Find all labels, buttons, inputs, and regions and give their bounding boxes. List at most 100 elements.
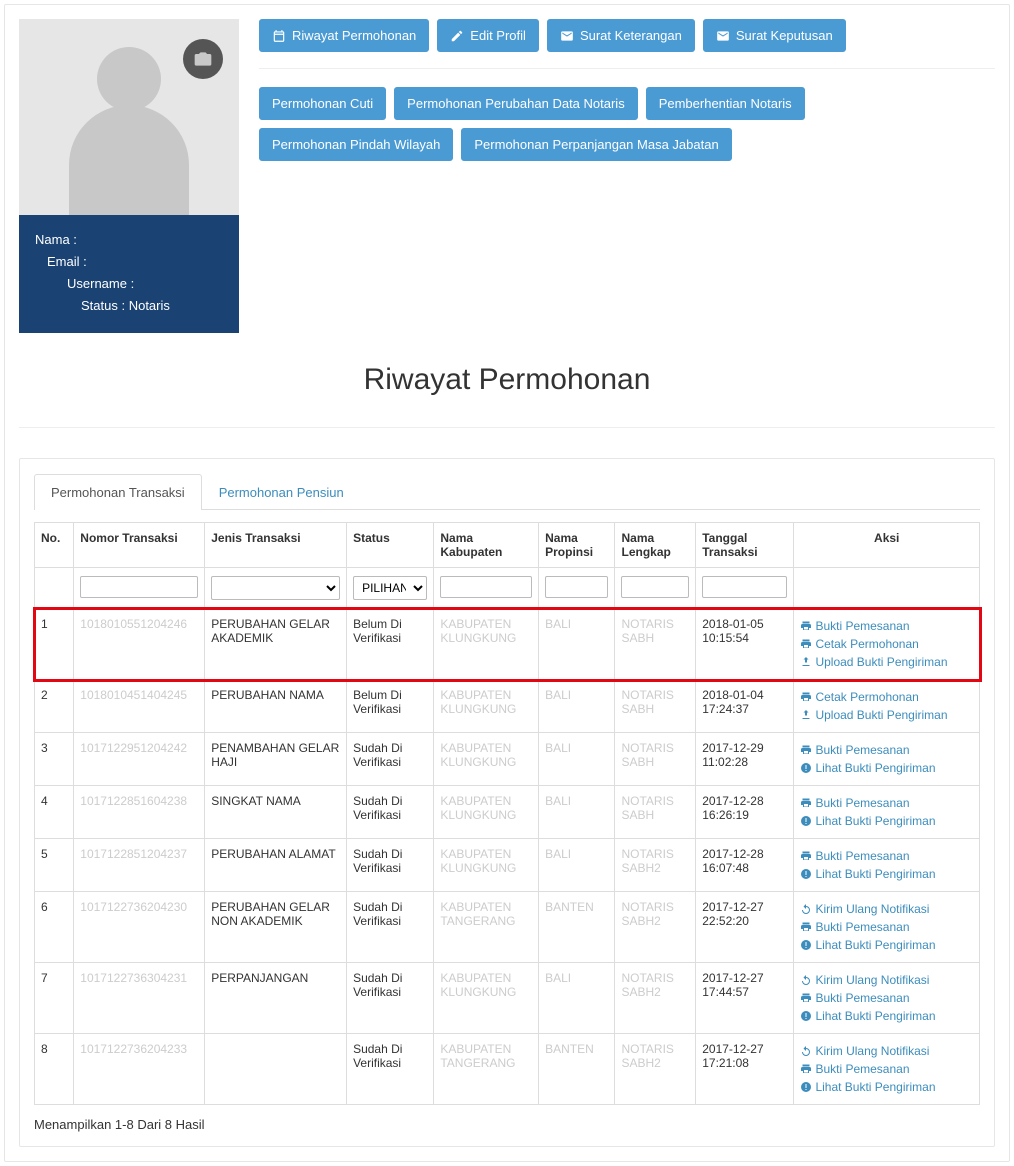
btn-surat-keterangan[interactable]: Surat Keterangan: [547, 19, 695, 52]
action-lihat-bukti-pengiriman[interactable]: Lihat Bukti Pengiriman: [800, 759, 973, 777]
avatar: [19, 19, 239, 215]
filter-jenis[interactable]: [211, 576, 340, 600]
cell-prop: BALI: [539, 839, 615, 892]
action-bukti-pemesanan[interactable]: Bukti Pemesanan: [800, 1060, 973, 1078]
btn-permohonan-pindah-wilayah[interactable]: Permohonan Pindah Wilayah: [259, 128, 453, 161]
cell-lengkap: NOTARIS SABH: [615, 609, 696, 680]
view-icon: [800, 939, 812, 951]
col-header: Aksi: [794, 523, 980, 568]
tab-transaksi[interactable]: Permohonan Transaksi: [34, 474, 202, 510]
cell-lengkap: NOTARIS SABH: [615, 786, 696, 839]
print-icon: [800, 1063, 812, 1075]
cell-aksi: Kirim Ulang NotifikasiBukti PemesananLih…: [794, 892, 980, 963]
cell-no: 6: [35, 892, 74, 963]
action-kirim-ulang-notifikasi[interactable]: Kirim Ulang Notifikasi: [800, 1042, 973, 1060]
col-header: No.: [35, 523, 74, 568]
cell-status: Sudah Di Verifikasi: [347, 892, 434, 963]
cell-no: 8: [35, 1034, 74, 1105]
action-lihat-bukti-pengiriman[interactable]: Lihat Bukti Pengiriman: [800, 1007, 973, 1025]
cell-tgl: 2017-12-28 16:26:19: [696, 786, 794, 839]
cell-lengkap: NOTARIS SABH: [615, 680, 696, 733]
action-bukti-pemesanan[interactable]: Bukti Pemesanan: [800, 918, 973, 936]
filter-input-5[interactable]: [545, 576, 608, 598]
action-bukti-pemesanan[interactable]: Bukti Pemesanan: [800, 847, 973, 865]
envelope-icon: [716, 29, 730, 43]
cell-status: Sudah Di Verifikasi: [347, 839, 434, 892]
profile-card: Nama : Email : Username : Status : Notar…: [19, 19, 239, 333]
cell-nomor: 1018010451404245: [74, 680, 205, 733]
btn-permohonan-cuti[interactable]: Permohonan Cuti: [259, 87, 386, 120]
sec-button-row: Permohonan CutiPermohonan Perubahan Data…: [259, 87, 995, 161]
btn-permohonan-perubahan-data-notaris[interactable]: Permohonan Perubahan Data Notaris: [394, 87, 638, 120]
print-icon: [800, 992, 812, 1004]
action-lihat-bukti-pengiriman[interactable]: Lihat Bukti Pengiriman: [800, 1078, 973, 1096]
btn-surat-keputusan[interactable]: Surat Keputusan: [703, 19, 846, 52]
page-title: Riwayat Permohonan: [19, 363, 995, 397]
print-icon: [800, 620, 812, 632]
cell-aksi: Bukti PemesananLihat Bukti Pengiriman: [794, 786, 980, 839]
table-row: 51017122851204237PERUBAHAN ALAMATSudah D…: [35, 839, 980, 892]
btn-edit-profil[interactable]: Edit Profil: [437, 19, 539, 52]
action-lihat-bukti-pengiriman[interactable]: Lihat Bukti Pengiriman: [800, 865, 973, 883]
btn-pemberhentian-notaris[interactable]: Pemberhentian Notaris: [646, 87, 805, 120]
action-upload-bukti-pengiriman[interactable]: Upload Bukti Pengiriman: [800, 706, 973, 724]
cell-status: Sudah Di Verifikasi: [347, 733, 434, 786]
label-email: Email :: [47, 251, 87, 273]
filter-status[interactable]: PILIHAN: [353, 576, 427, 600]
action-kirim-ulang-notifikasi[interactable]: Kirim Ulang Notifikasi: [800, 971, 973, 989]
action-bukti-pemesanan[interactable]: Bukti Pemesanan: [800, 741, 973, 759]
print-icon: [800, 638, 812, 650]
filter-input-6[interactable]: [621, 576, 689, 598]
cell-prop: BALI: [539, 680, 615, 733]
action-bukti-pemesanan[interactable]: Bukti Pemesanan: [800, 989, 973, 1007]
view-icon: [800, 1010, 812, 1022]
print-icon: [800, 797, 812, 809]
action-kirim-ulang-notifikasi[interactable]: Kirim Ulang Notifikasi: [800, 900, 973, 918]
filter-input-7[interactable]: [702, 576, 787, 598]
filter-input-4[interactable]: [440, 576, 532, 598]
table-row: 41017122851604238SINGKAT NAMASudah Di Ve…: [35, 786, 980, 839]
cell-no: 1: [35, 609, 74, 680]
action-bukti-pemesanan[interactable]: Bukti Pemesanan: [800, 617, 973, 635]
top-button-row: Riwayat PermohonanEdit ProfilSurat Keter…: [259, 19, 995, 52]
action-upload-bukti-pengiriman[interactable]: Upload Bukti Pengiriman: [800, 653, 973, 671]
cell-aksi: Kirim Ulang NotifikasiBukti PemesananLih…: [794, 963, 980, 1034]
value-status: Notaris: [129, 295, 170, 317]
cell-jenis: PERPANJANGAN: [205, 963, 347, 1034]
cell-status: Belum Di Verifikasi: [347, 680, 434, 733]
cell-tgl: 2017-12-27 22:52:20: [696, 892, 794, 963]
btn-riwayat-permohonan[interactable]: Riwayat Permohonan: [259, 19, 429, 52]
table-row: 11018010551204246PERUBAHAN GELAR AKADEMI…: [35, 609, 980, 680]
print-icon: [800, 744, 812, 756]
col-header: Nama Propinsi: [539, 523, 615, 568]
cell-status: Sudah Di Verifikasi: [347, 1034, 434, 1105]
cell-no: 5: [35, 839, 74, 892]
action-cetak-permohonan[interactable]: Cetak Permohonan: [800, 688, 973, 706]
cell-aksi: Bukti PemesananLihat Bukti Pengiriman: [794, 733, 980, 786]
action-lihat-bukti-pengiriman[interactable]: Lihat Bukti Pengiriman: [800, 936, 973, 954]
cell-jenis: PERUBAHAN NAMA: [205, 680, 347, 733]
col-header: Tanggal Transaksi: [696, 523, 794, 568]
label-status: Status :: [81, 295, 125, 317]
camera-icon[interactable]: [183, 39, 223, 79]
refresh-icon: [800, 903, 812, 915]
cell-aksi: Cetak PermohonanUpload Bukti Pengiriman: [794, 680, 980, 733]
action-bukti-pemesanan[interactable]: Bukti Pemesanan: [800, 794, 973, 812]
cell-kab: KABUPATEN TANGERANG: [434, 1034, 539, 1105]
print-icon: [800, 850, 812, 862]
view-icon: [800, 1081, 812, 1093]
action-cetak-permohonan[interactable]: Cetak Permohonan: [800, 635, 973, 653]
cell-kab: KABUPATEN TANGERANG: [434, 892, 539, 963]
btn-permohonan-perpanjangan-masa-jabatan[interactable]: Permohonan Perpanjangan Masa Jabatan: [461, 128, 731, 161]
cell-status: Sudah Di Verifikasi: [347, 963, 434, 1034]
table-row: 31017122951204242PENAMBAHAN GELAR HAJISu…: [35, 733, 980, 786]
tab-pensiun[interactable]: Permohonan Pensiun: [202, 474, 361, 510]
upload-icon: [800, 709, 812, 721]
cell-kab: KABUPATEN KLUNGKUNG: [434, 839, 539, 892]
cell-lengkap: NOTARIS SABH: [615, 733, 696, 786]
action-lihat-bukti-pengiriman[interactable]: Lihat Bukti Pengiriman: [800, 812, 973, 830]
cell-jenis: SINGKAT NAMA: [205, 786, 347, 839]
filter-input-1[interactable]: [80, 576, 198, 598]
cell-prop: BALI: [539, 609, 615, 680]
print-icon: [800, 691, 812, 703]
